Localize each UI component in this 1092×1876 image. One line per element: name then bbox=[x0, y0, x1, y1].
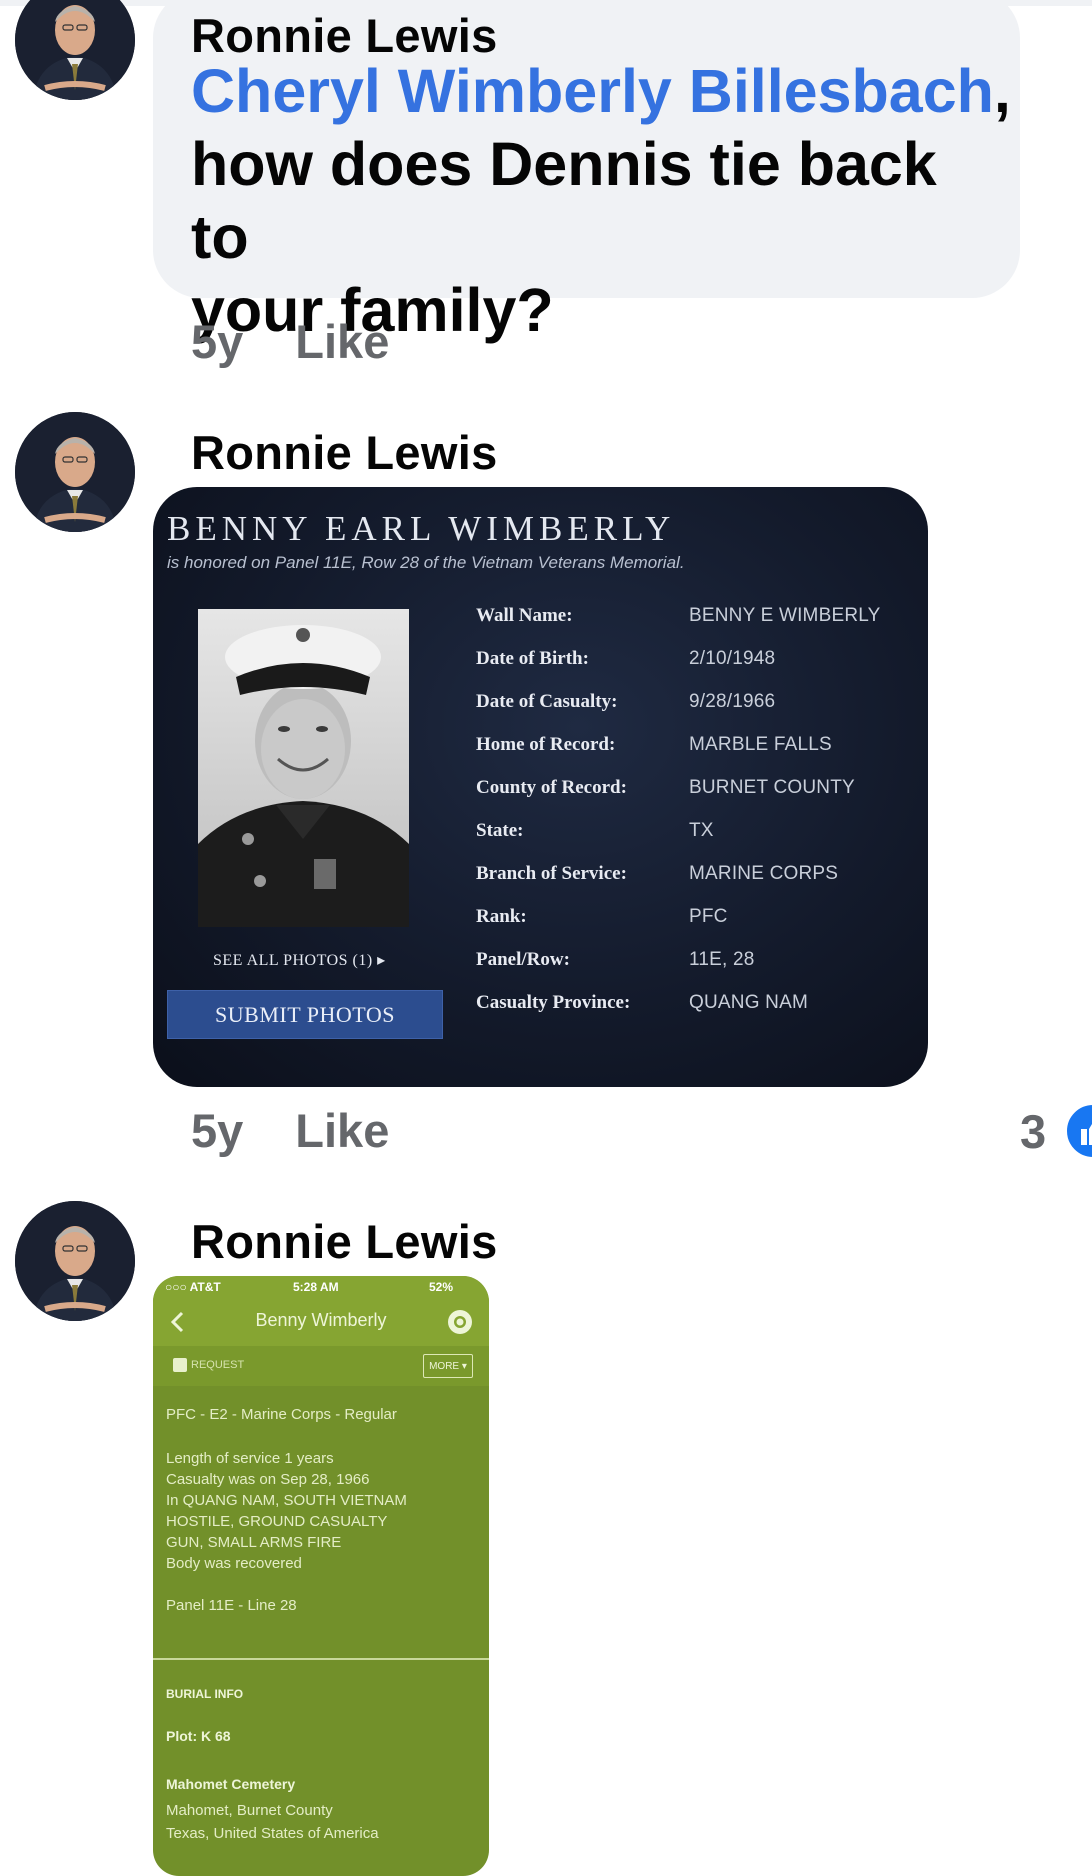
field-value: MARINE CORPS bbox=[689, 863, 839, 884]
field-row: County of Record: BURNET COUNTY bbox=[476, 777, 916, 807]
field-value: BURNET COUNTY bbox=[689, 777, 855, 798]
cemetery-name: Mahomet Cemetery bbox=[166, 1776, 296, 1792]
avatar[interactable] bbox=[15, 1201, 135, 1321]
field-label: Rank: bbox=[476, 906, 527, 927]
field-value: TX bbox=[689, 820, 714, 841]
cemetery-location: Mahomet, Burnet County bbox=[166, 1802, 333, 1819]
field-label: Home of Record: bbox=[476, 734, 616, 755]
field-label: Date of Casualty: bbox=[476, 691, 618, 712]
reaction-count[interactable]: 3 bbox=[1020, 1104, 1046, 1159]
field-value: 9/28/1966 bbox=[689, 691, 776, 712]
comment-meta: 5y Like bbox=[191, 314, 389, 369]
burial-heading: BURIAL INFO bbox=[166, 1687, 244, 1701]
field-value: 2/10/1948 bbox=[689, 648, 776, 669]
battery-label: 52% bbox=[429, 1280, 454, 1294]
comment-text: Cheryl Wimberly Billesbach, how does Denn… bbox=[191, 55, 1011, 347]
divider bbox=[153, 1658, 489, 1660]
service-summary: PFC - E2 - Marine Corps - Regular bbox=[166, 1406, 397, 1423]
camera-small-icon bbox=[173, 1358, 187, 1372]
field-label: County of Record: bbox=[476, 777, 627, 798]
field-row: Rank: PFC bbox=[476, 906, 916, 936]
memorial-title: BENNY EARL WIMBERLY bbox=[167, 509, 676, 548]
detail-line: GUN, SMALL ARMS FIRE bbox=[166, 1534, 342, 1551]
panel-line: Panel 11E - Line 28 bbox=[166, 1597, 297, 1614]
clock-label: 5:28 AM bbox=[293, 1280, 339, 1294]
field-label: State: bbox=[476, 820, 524, 841]
field-label: Branch of Service: bbox=[476, 863, 627, 884]
see-all-photos-link[interactable]: SEE ALL PHOTOS (1) ▸ bbox=[213, 950, 393, 970]
field-row: Casualty Province: QUANG NAM bbox=[476, 992, 916, 1022]
mention-link[interactable]: Cheryl Wimberly Billesbach bbox=[191, 57, 994, 125]
comment-time[interactable]: 5y bbox=[191, 315, 243, 368]
field-row: Branch of Service: MARINE CORPS bbox=[476, 863, 916, 893]
comment-text-part: , bbox=[993, 57, 1011, 125]
field-row: Wall Name: BENNY E WIMBERLY bbox=[476, 605, 916, 635]
field-value: QUANG NAM bbox=[689, 992, 808, 1013]
field-row: Date of Birth: 2/10/1948 bbox=[476, 648, 916, 678]
field-label: Casualty Province: bbox=[476, 992, 631, 1013]
detail-line: Casualty was on Sep 28, 1966 bbox=[166, 1471, 370, 1488]
field-label: Date of Birth: bbox=[476, 648, 589, 669]
app-title: Benny Wimberly bbox=[255, 1310, 387, 1330]
status-bar: ○○○ AT&T 5:28 AM 52% bbox=[153, 1276, 489, 1298]
avatar[interactable] bbox=[15, 412, 135, 532]
field-value: 11E, 28 bbox=[689, 949, 755, 970]
request-label: REQUEST bbox=[191, 1358, 245, 1371]
field-label: Wall Name: bbox=[476, 605, 573, 626]
like-button[interactable]: Like bbox=[295, 1104, 389, 1157]
carrier-label: ○○○ AT&T bbox=[165, 1280, 221, 1294]
comment-time[interactable]: 5y bbox=[191, 1104, 243, 1157]
phone-toolbar: REQUEST MORE ▾ bbox=[153, 1346, 489, 1386]
thumbs-up-icon[interactable] bbox=[1064, 1102, 1092, 1160]
more-button[interactable]: MORE ▾ bbox=[423, 1354, 473, 1378]
field-value: BENNY E WIMBERLY bbox=[689, 605, 881, 626]
field-row: Home of Record: MARBLE FALLS bbox=[476, 734, 916, 764]
soldier-photo bbox=[198, 609, 409, 927]
wall-memorial-card[interactable]: BENNY EARL WIMBERLY is honored on Panel … bbox=[153, 487, 928, 1087]
comment-text-line: how does Dennis tie back to bbox=[191, 130, 937, 271]
detail-line: In QUANG NAM, SOUTH VIETNAM bbox=[166, 1492, 407, 1509]
field-row: Date of Casualty: 9/28/1966 bbox=[476, 691, 916, 721]
field-label: Panel/Row: bbox=[476, 949, 570, 970]
camera-icon[interactable] bbox=[447, 1309, 473, 1340]
plot-label: Plot: K 68 bbox=[166, 1728, 231, 1744]
field-value: PFC bbox=[689, 906, 728, 927]
detail-line: Length of service 1 years bbox=[166, 1450, 334, 1467]
memorial-subtitle: is honored on Panel 11E, Row 28 of the V… bbox=[167, 553, 685, 572]
field-row: State: TX bbox=[476, 820, 916, 850]
avatar[interactable] bbox=[15, 0, 135, 100]
detail-line: Body was recovered bbox=[166, 1555, 302, 1572]
request-button[interactable]: REQUEST bbox=[173, 1358, 244, 1372]
like-button[interactable]: Like bbox=[295, 315, 389, 368]
field-value: MARBLE FALLS bbox=[689, 734, 832, 755]
detail-line: HOSTILE, GROUND CASUALTY bbox=[166, 1513, 388, 1530]
comment-bubble: Ronnie Lewis Cheryl Wimberly Billesbach,… bbox=[153, 0, 1020, 344]
submit-photos-button[interactable]: SUBMIT PHOTOS bbox=[167, 990, 443, 1039]
cemetery-location: Texas, United States of America bbox=[166, 1825, 379, 1842]
app-bar: Benny Wimberly bbox=[153, 1298, 489, 1346]
phone-screenshot[interactable]: ○○○ AT&T 5:28 AM 52% Benny Wimberly REQU… bbox=[153, 1276, 489, 1876]
comment-meta: 5y Like bbox=[191, 1103, 389, 1158]
comment-author[interactable]: Ronnie Lewis bbox=[191, 425, 498, 480]
field-row: Panel/Row: 11E, 28 bbox=[476, 949, 916, 979]
comment-author[interactable]: Ronnie Lewis bbox=[191, 1214, 498, 1269]
